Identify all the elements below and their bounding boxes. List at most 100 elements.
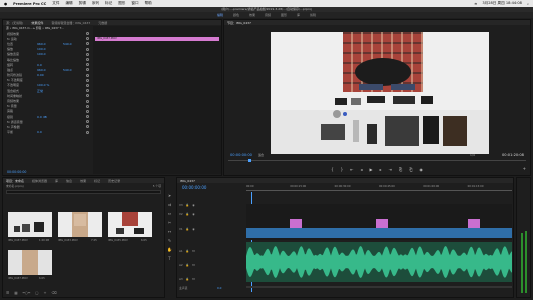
lock-icon[interactable]: 🔒 <box>186 227 189 231</box>
project-thumb-1[interactable] <box>8 212 52 237</box>
tab-info[interactable]: 信息 <box>66 179 72 183</box>
keyframe-toggle-icon[interactable] <box>86 73 89 77</box>
effect-row-value[interactable]: 0.00 <box>37 73 63 77</box>
pen-tool-icon[interactable]: ✎ <box>168 238 171 243</box>
program-scrub-bar[interactable] <box>228 160 526 161</box>
track-header[interactable]: A2 🔒 M <box>177 262 243 268</box>
tab-metadata[interactable]: 元数据 <box>98 21 107 25</box>
menu-edit[interactable]: 编辑 <box>65 1 72 6</box>
workspace-clip[interactable]: 剪辑 <box>310 13 316 17</box>
new-item-icon[interactable]: + <box>44 291 47 295</box>
step-back-icon[interactable]: ◂ <box>361 167 363 172</box>
program-playhead[interactable] <box>248 159 251 162</box>
effect-row-value[interactable]: 960.0 <box>37 68 63 72</box>
workspace-color[interactable]: 颜色 <box>233 13 239 17</box>
mute-icon[interactable]: M <box>192 249 194 253</box>
workspace-graphics[interactable]: 图形 <box>281 13 287 17</box>
keyframe-toggle-icon[interactable] <box>86 32 89 36</box>
export-frame-icon[interactable]: ◉ <box>419 167 423 172</box>
eye-icon[interactable]: ◉ <box>192 212 194 216</box>
tab-project[interactable]: 项目：未命名 <box>6 179 24 183</box>
keyframe-toggle-icon[interactable] <box>86 83 89 87</box>
effect-row-value[interactable]: 100.0 % <box>37 83 63 87</box>
video-track-area[interactable] <box>246 204 512 240</box>
go-to-in-icon[interactable]: ⇤ <box>350 167 353 172</box>
keyframe-toggle-icon[interactable] <box>86 58 89 62</box>
effect-mini-timeline[interactable]: IMG_0437.MOV <box>93 26 221 174</box>
workspace-libraries[interactable]: 库 <box>297 13 300 17</box>
timeline-scrollbar[interactable] <box>246 286 512 288</box>
list-view-icon[interactable]: ☰ <box>6 291 9 295</box>
keyframe-toggle-icon[interactable] <box>86 47 89 51</box>
tab-program[interactable]: 节目：IMG_0437 <box>227 21 251 25</box>
keyframe-toggle-icon[interactable] <box>86 99 89 103</box>
menu-marker[interactable]: 标记 <box>105 1 112 6</box>
type-tool-icon[interactable]: T <box>168 256 170 261</box>
project-thumb-2[interactable] <box>58 212 102 237</box>
master-volume[interactable]: 0.0 <box>217 286 221 290</box>
track-header[interactable]: A3 🔒 M <box>177 276 243 282</box>
menu-sequence[interactable]: 序列 <box>92 1 99 6</box>
search-icon[interactable]: ⌕ <box>527 2 529 6</box>
zoom-fit-select[interactable]: 适合 <box>258 153 264 157</box>
mute-icon[interactable]: M <box>192 263 194 267</box>
menu-graphics[interactable]: 图形 <box>118 1 125 6</box>
keyframe-toggle-icon[interactable] <box>86 37 89 41</box>
effect-row-value[interactable]: 100.0 <box>37 47 63 51</box>
icon-view-icon[interactable]: ▦ <box>14 291 17 295</box>
zoom-slider[interactable]: ━○━ <box>23 291 30 295</box>
apple-icon[interactable]: ● <box>4 2 7 6</box>
tab-effect-controls[interactable]: 效果控件 <box>31 21 43 25</box>
effect-row-value[interactable]: 960.0 <box>37 42 63 46</box>
wifi-icon[interactable]: ≋ <box>474 2 477 6</box>
tab-libraries[interactable]: 库 <box>55 179 58 183</box>
lock-icon[interactable]: 🔒 <box>186 249 189 253</box>
keyframe-toggle-icon[interactable] <box>86 68 89 72</box>
project-thumb-3[interactable] <box>108 212 152 237</box>
resolution-select[interactable]: 1/4 <box>470 153 475 157</box>
mute-icon[interactable]: M <box>192 277 194 281</box>
tab-markers[interactable]: 标记 <box>94 179 100 183</box>
eye-icon[interactable]: ◉ <box>192 203 194 207</box>
tab-history[interactable]: 历史记录 <box>108 179 120 183</box>
menu-window[interactable]: 窗口 <box>131 1 138 6</box>
tab-effects[interactable]: 效果 <box>80 179 86 183</box>
effect-footer-timecode[interactable]: 00:00:00:00 <box>7 170 26 174</box>
mark-out-icon[interactable]: } <box>341 167 344 172</box>
trash-icon[interactable]: ⌫ <box>52 291 57 295</box>
go-to-out-icon[interactable]: ⇥ <box>389 167 392 172</box>
keyframe-toggle-icon[interactable] <box>86 42 89 46</box>
menu-file[interactable]: 文件 <box>52 1 59 6</box>
audio-track-area[interactable] <box>246 242 512 282</box>
workspace-audio[interactable]: 音频 <box>265 13 271 17</box>
effect-row-value[interactable]: 0.0 <box>37 63 63 67</box>
keyframe-toggle-icon[interactable] <box>86 115 89 119</box>
effect-row-value-2[interactable]: 540.0 <box>63 42 83 46</box>
effect-row-value[interactable]: 正常 <box>37 89 63 93</box>
effect-row-value-2[interactable]: 540.0 <box>63 68 83 72</box>
tab-sequence[interactable]: IMG_0437 <box>180 179 195 183</box>
tab-audio-mixer[interactable]: 音频剪辑混合器：IMG_0437 <box>51 21 90 25</box>
effect-row-value[interactable]: 100.0 <box>37 52 63 56</box>
hand-tool-icon[interactable]: ✋ <box>167 247 172 252</box>
menu-help[interactable]: 帮助 <box>145 1 152 6</box>
program-video-frame[interactable] <box>271 32 489 154</box>
graphic-clip-3[interactable] <box>468 219 480 228</box>
tab-media-browser[interactable]: 媒体浏览器 <box>32 179 47 183</box>
project-search-input[interactable] <box>6 190 161 194</box>
menu-clip[interactable]: 剪辑 <box>79 1 86 6</box>
track-header[interactable]: V3 🔒 ◉ <box>177 202 243 208</box>
razor-tool-icon[interactable]: ✂ <box>168 220 171 225</box>
slip-tool-icon[interactable]: ↔ <box>168 229 171 234</box>
keyframe-toggle-icon[interactable] <box>86 89 89 93</box>
graphic-clip-2[interactable] <box>376 219 388 228</box>
eye-icon[interactable]: ◉ <box>192 227 194 231</box>
workspace-edit[interactable]: 编辑 <box>217 13 223 17</box>
effect-row-value[interactable]: 0.0 dB <box>37 115 63 119</box>
keyframe-toggle-icon[interactable] <box>86 109 89 113</box>
keyframe-toggle-icon[interactable] <box>86 104 89 108</box>
lock-icon[interactable]: 🔒 <box>186 212 189 216</box>
lock-icon[interactable]: 🔒 <box>186 263 189 267</box>
keyframe-toggle-icon[interactable] <box>86 78 89 82</box>
mark-in-icon[interactable]: { <box>331 167 334 172</box>
